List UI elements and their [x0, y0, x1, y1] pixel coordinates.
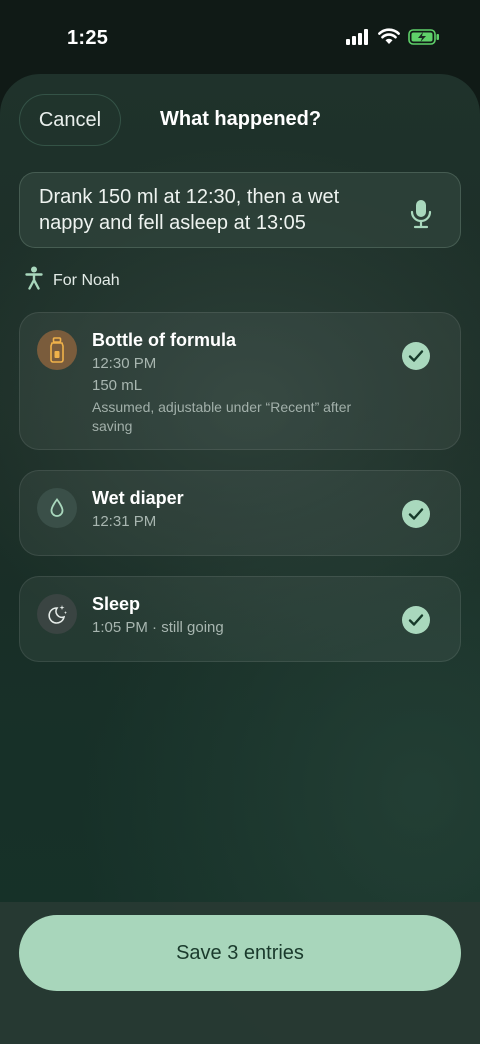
droplet-icon [37, 488, 77, 528]
save-button[interactable]: Save 3 entries [19, 915, 461, 991]
entry-title: Wet diaper [92, 488, 184, 508]
sheet-header: Cancel What happened? [0, 94, 480, 146]
entry-sheet: Cancel What happened? Drank 150 ml at 12… [0, 74, 480, 1044]
check-icon[interactable] [402, 342, 430, 370]
description-text[interactable]: Drank 150 ml at 12:30, then a wet nappy … [39, 184, 399, 236]
entry-title: Bottle of formula [92, 330, 236, 350]
moon-stars-icon [37, 594, 77, 634]
entry-card-wet-diaper[interactable]: Wet diaper 12:31 PM [19, 470, 461, 556]
footer: Save 3 entries [0, 902, 480, 1044]
cancel-button[interactable]: Cancel [19, 94, 121, 146]
child-label: For Noah [53, 271, 120, 289]
microphone-icon[interactable] [410, 199, 432, 234]
screen: 1:25 Cancel What happened? Drank 150 ml … [0, 0, 480, 1044]
entry-amount: 150 mL [92, 377, 143, 394]
entry-time: 12:30 PM [92, 355, 157, 372]
cellular-signal-icon [346, 28, 370, 50]
entry-time: 1:05 PM · still going [92, 619, 224, 636]
check-icon[interactable] [402, 606, 430, 634]
entry-title: Sleep [92, 594, 141, 614]
entry-card-bottle[interactable]: Bottle of formula 12:30 PM 150 mL Assume… [19, 312, 461, 450]
child-selector[interactable]: For Noah [25, 266, 120, 295]
person-icon [25, 266, 43, 295]
description-input[interactable]: Drank 150 ml at 12:30, then a wet nappy … [19, 172, 461, 248]
sheet-title: What happened? [160, 108, 322, 130]
check-icon[interactable] [402, 500, 430, 528]
bottle-icon [37, 330, 77, 370]
wifi-icon [378, 28, 400, 50]
entry-card-sleep[interactable]: Sleep 1:05 PM · still going [19, 576, 461, 662]
status-time: 1:25 [67, 27, 109, 49]
battery-charging-icon [408, 28, 440, 50]
status-icons [346, 28, 440, 50]
entry-note: Assumed, adjustable under “Recent” after… [92, 399, 352, 434]
entry-time: 12:31 PM [92, 513, 157, 530]
status-bar: 1:25 [0, 0, 480, 76]
